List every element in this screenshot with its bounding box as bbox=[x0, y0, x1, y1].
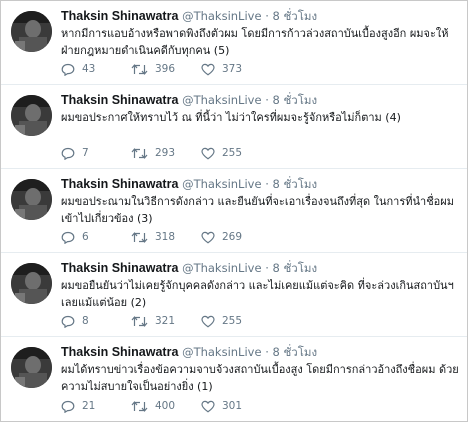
reply-count: 43 bbox=[82, 63, 96, 75]
like-count: 301 bbox=[222, 400, 243, 412]
retweet-icon bbox=[131, 147, 148, 159]
tweet-actions: 21 400 301 bbox=[61, 398, 361, 414]
separator-dot: · bbox=[265, 261, 269, 275]
separator-dot: · bbox=[265, 177, 269, 191]
retweet-count: 318 bbox=[155, 231, 176, 243]
tweet[interactable]: Thaksin Shinawatra @ThaksinLive · 8 ชั่ว… bbox=[1, 85, 467, 169]
reply-icon bbox=[61, 147, 75, 160]
tweet-header: Thaksin Shinawatra @ThaksinLive · 8 ชั่ว… bbox=[61, 9, 317, 24]
like-button[interactable]: 269 bbox=[201, 229, 242, 245]
reply-button[interactable]: 21 bbox=[61, 398, 95, 414]
retweet-button[interactable]: 400 bbox=[131, 398, 175, 414]
like-count: 255 bbox=[222, 315, 243, 327]
like-count: 373 bbox=[222, 63, 243, 75]
like-count: 255 bbox=[222, 147, 243, 159]
tweet-header: Thaksin Shinawatra @ThaksinLive · 8 ชั่ว… bbox=[61, 345, 317, 360]
tweet-header: Thaksin Shinawatra @ThaksinLive · 8 ชั่ว… bbox=[61, 177, 317, 192]
retweet-button[interactable]: 396 bbox=[131, 61, 175, 77]
reply-count: 8 bbox=[82, 315, 89, 327]
user-handle[interactable]: @ThaksinLive bbox=[182, 93, 261, 107]
heart-icon bbox=[201, 63, 215, 76]
retweet-count: 321 bbox=[155, 315, 176, 327]
tweet-actions: 8 321 255 bbox=[61, 313, 361, 329]
retweet-icon bbox=[131, 231, 148, 243]
separator-dot: · bbox=[265, 345, 269, 359]
tweet-timestamp[interactable]: 8 ชั่วโมง bbox=[273, 93, 318, 107]
user-handle[interactable]: @ThaksinLive bbox=[182, 261, 261, 275]
reply-button[interactable]: 8 bbox=[61, 313, 89, 329]
user-handle[interactable]: @ThaksinLive bbox=[182, 177, 261, 191]
retweet-icon bbox=[131, 400, 148, 412]
tweet-text: ผมขอประณามในวิธีการดังกล่าว และยืนยันที่… bbox=[61, 195, 454, 225]
like-button[interactable]: 255 bbox=[201, 313, 242, 329]
reply-count: 21 bbox=[82, 400, 96, 412]
reply-button[interactable]: 7 bbox=[61, 145, 89, 161]
tweet-text: ผมขอประกาศให้ทราบไว้ ณ ที่นี้ว่า ไม่ว่าใ… bbox=[61, 111, 401, 124]
timeline: Thaksin Shinawatra @ThaksinLive · 8 ชั่ว… bbox=[0, 0, 468, 422]
tweet-header: Thaksin Shinawatra @ThaksinLive · 8 ชั่ว… bbox=[61, 261, 317, 276]
tweet[interactable]: Thaksin Shinawatra @ThaksinLive · 8 ชั่ว… bbox=[1, 169, 467, 253]
display-name[interactable]: Thaksin Shinawatra bbox=[61, 177, 178, 191]
like-button[interactable]: 255 bbox=[201, 145, 242, 161]
display-name[interactable]: Thaksin Shinawatra bbox=[61, 93, 178, 107]
retweet-button[interactable]: 318 bbox=[131, 229, 175, 245]
retweet-count: 293 bbox=[155, 147, 176, 159]
tweet[interactable]: Thaksin Shinawatra @ThaksinLive · 8 ชั่ว… bbox=[1, 1, 467, 85]
reply-icon bbox=[61, 315, 75, 328]
tweet-timestamp[interactable]: 8 ชั่วโมง bbox=[273, 9, 318, 23]
reply-button[interactable]: 43 bbox=[61, 61, 95, 77]
heart-icon bbox=[201, 147, 215, 160]
separator-dot: · bbox=[265, 9, 269, 23]
reply-icon bbox=[61, 231, 75, 244]
tweet-timestamp[interactable]: 8 ชั่วโมง bbox=[273, 345, 318, 359]
tweet-actions: 7 293 255 bbox=[61, 145, 361, 161]
retweet-icon bbox=[131, 315, 148, 327]
tweet[interactable]: Thaksin Shinawatra @ThaksinLive · 8 ชั่ว… bbox=[1, 253, 467, 337]
tweet-text: ผมขอยืนยันว่าไม่เคยรู้จักบุคคลดังกล่าว แ… bbox=[61, 279, 454, 309]
retweet-button[interactable]: 293 bbox=[131, 145, 175, 161]
user-handle[interactable]: @ThaksinLive bbox=[182, 345, 261, 359]
display-name[interactable]: Thaksin Shinawatra bbox=[61, 261, 178, 275]
retweet-count: 400 bbox=[155, 400, 176, 412]
reply-icon bbox=[61, 63, 75, 76]
display-name[interactable]: Thaksin Shinawatra bbox=[61, 9, 178, 23]
retweet-icon bbox=[131, 63, 148, 75]
retweet-button[interactable]: 321 bbox=[131, 313, 175, 329]
like-button[interactable]: 373 bbox=[201, 61, 242, 77]
avatar[interactable] bbox=[11, 95, 52, 136]
user-handle[interactable]: @ThaksinLive bbox=[182, 9, 261, 23]
heart-icon bbox=[201, 315, 215, 328]
tweet-actions: 6 318 269 bbox=[61, 229, 361, 245]
heart-icon bbox=[201, 400, 215, 413]
avatar[interactable] bbox=[11, 347, 52, 388]
avatar[interactable] bbox=[11, 263, 52, 304]
tweet-header: Thaksin Shinawatra @ThaksinLive · 8 ชั่ว… bbox=[61, 93, 317, 108]
tweet-timestamp[interactable]: 8 ชั่วโมง bbox=[273, 261, 318, 275]
reply-button[interactable]: 6 bbox=[61, 229, 89, 245]
retweet-count: 396 bbox=[155, 63, 176, 75]
reply-icon bbox=[61, 400, 75, 413]
like-button[interactable]: 301 bbox=[201, 398, 242, 414]
like-count: 269 bbox=[222, 231, 243, 243]
heart-icon bbox=[201, 231, 215, 244]
tweet-timestamp[interactable]: 8 ชั่วโมง bbox=[273, 177, 318, 191]
reply-count: 6 bbox=[82, 231, 89, 243]
tweet-actions: 43 396 373 bbox=[61, 61, 361, 77]
tweet[interactable]: Thaksin Shinawatra @ThaksinLive · 8 ชั่ว… bbox=[1, 337, 467, 421]
tweet-text: หากมีการแอบอ้างหรือพาดพิงถึงตัวผม โดยมีก… bbox=[61, 27, 449, 57]
tweet-text: ผมได้ทราบข่าวเรื่องข้อความจาบจ้วงสถาบันเ… bbox=[61, 363, 459, 393]
avatar[interactable] bbox=[11, 11, 52, 52]
separator-dot: · bbox=[265, 93, 269, 107]
avatar[interactable] bbox=[11, 179, 52, 220]
reply-count: 7 bbox=[82, 147, 89, 159]
display-name[interactable]: Thaksin Shinawatra bbox=[61, 345, 178, 359]
